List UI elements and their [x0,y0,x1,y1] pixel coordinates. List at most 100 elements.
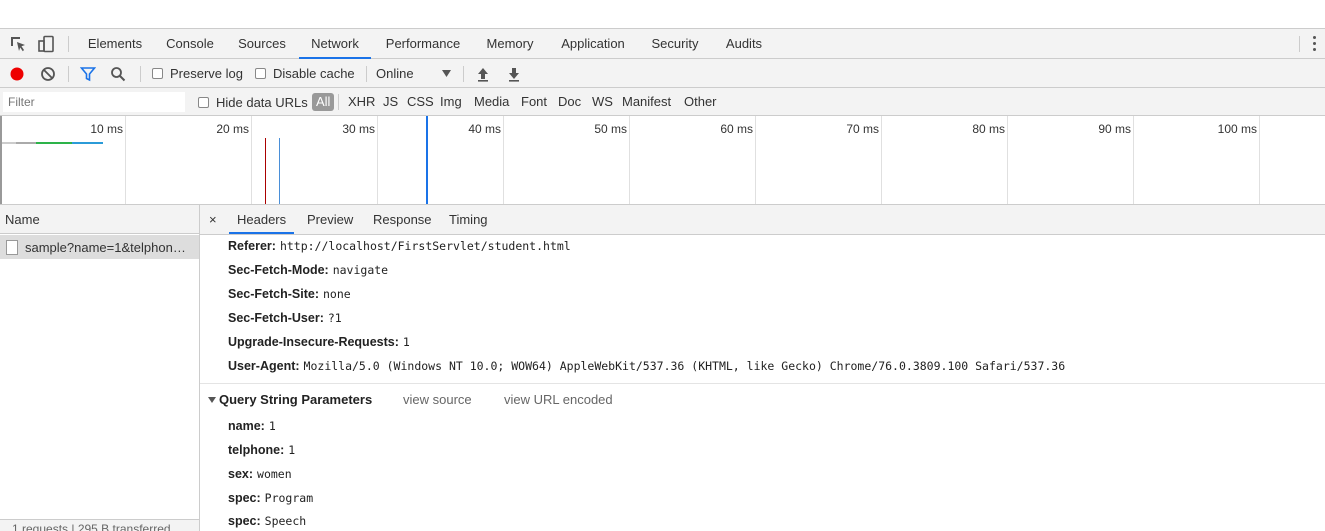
tab-timing[interactable]: Timing [441,205,496,234]
filter-type-ws[interactable]: WS [592,88,613,116]
timeline-tick-label: 100 ms [1217,122,1257,136]
query-param-row: spec: Speech [228,511,306,531]
checkbox-box[interactable] [198,96,209,108]
header-row: Sec-Fetch-User: ?1 [228,308,342,328]
toolbar-separator [68,36,69,52]
network-toolbar: Preserve log Disable cache Online [0,59,1325,88]
toolbar-separator [1299,36,1300,52]
network-overview-timeline[interactable]: 10 ms 20 ms 30 ms 40 ms 50 ms 60 ms 70 m… [0,116,1325,205]
preserve-log-label: Preserve log [170,66,243,81]
filter-icon[interactable] [80,66,96,82]
filter-type-manifest[interactable]: Manifest [622,88,671,116]
export-har-icon[interactable] [507,66,521,82]
timeline-gridline [377,116,378,204]
request-name: sample?name=1&telphone=1&sex=women&spec=… [25,239,193,255]
timeline-gridline [755,116,756,204]
checkbox-box[interactable] [152,68,163,79]
dropdown-arrow-icon [442,70,451,77]
import-har-icon[interactable] [476,66,490,82]
timeline-tick-label: 50 ms [594,122,627,136]
waterfall-queue-bar [2,142,16,144]
page-top-area [0,0,1325,28]
header-name: Referer: [228,239,276,253]
tab-memory[interactable]: Memory [478,29,542,59]
query-param-row: spec: Program [228,488,313,508]
tab-headers[interactable]: Headers [229,205,295,234]
throttling-select[interactable]: Online [376,59,454,88]
header-name: Sec-Fetch-User: [228,311,324,325]
filter-type-other[interactable]: Other [684,88,717,116]
view-url-encoded-link[interactable]: view URL encoded [504,389,613,411]
header-value: none [323,287,351,301]
param-value: Program [264,491,314,505]
document-icon [6,239,18,255]
header-row: Referer: http://localhost/FirstServlet/st… [228,236,571,256]
header-row: Sec-Fetch-Site: none [228,284,351,304]
param-name: telphone: [228,443,285,457]
load-event-line [265,138,266,204]
toolbar-separator [366,66,367,82]
filter-type-media[interactable]: Media [474,88,509,116]
timeline-tick-label: 70 ms [846,122,879,136]
tab-performance[interactable]: Performance [380,29,466,59]
param-value: 1 [268,419,276,433]
tab-console[interactable]: Console [160,29,220,59]
search-icon[interactable] [110,66,126,82]
tab-network[interactable]: Network [299,29,371,59]
filter-type-all[interactable]: All [312,93,335,111]
toolbar-separator [338,94,339,110]
param-name: name: [228,419,265,433]
param-value: 1 [288,443,296,457]
header-row: User-Agent: Mozilla/5.0 (Windows NT 10.0;… [228,356,1065,376]
tab-audits[interactable]: Audits [718,29,770,59]
timeline-gridline [1259,116,1260,204]
inspect-element-icon[interactable] [9,35,27,53]
filter-type-img[interactable]: Img [440,88,462,116]
toolbar-separator [140,66,141,82]
request-row[interactable]: sample?name=1&telphone=1&sex=women&spec=… [0,235,199,259]
timeline-gridline [881,116,882,204]
header-value: ?1 [327,311,342,325]
header-value: 1 [402,335,410,349]
header-name: User-Agent: [228,359,300,373]
filter-input[interactable] [3,92,185,112]
tab-application[interactable]: Application [553,29,633,59]
preserve-log-checkbox[interactable]: Preserve log [152,59,243,88]
request-list: Name sample?name=1&telphone=1&sex=women&… [0,205,200,531]
checkbox-box[interactable] [255,68,266,79]
tab-sources[interactable]: Sources [232,29,292,59]
waterfall-download-bar [72,142,103,144]
filter-type-css[interactable]: CSS [407,88,434,116]
filter-type-font[interactable]: Font [521,88,547,116]
timeline-gridline [251,116,252,204]
clear-icon[interactable] [40,66,56,82]
param-value: Speech [264,514,307,528]
query-string-section-toggle[interactable]: Query String Parameters [208,389,372,411]
record-icon[interactable] [9,66,25,82]
tab-preview[interactable]: Preview [299,205,361,234]
domcontentloaded-line [279,138,280,204]
filter-type-js[interactable]: JS [383,88,398,116]
timeline-tick-label: 80 ms [972,122,1005,136]
param-name: sex: [228,467,254,481]
filter-type-doc[interactable]: Doc [558,88,581,116]
device-toolbar-icon[interactable] [37,35,55,53]
devtools-main-tabbar: Elements Console Sources Network Perform… [0,28,1325,59]
query-param-row: telphone: 1 [228,440,295,460]
hide-data-urls-checkbox[interactable]: Hide data URLs [198,88,308,116]
disable-cache-label: Disable cache [273,66,355,81]
timeline-gridline [629,116,630,204]
tab-elements[interactable]: Elements [82,29,148,59]
filter-type-xhr[interactable]: XHR [348,88,375,116]
tab-response[interactable]: Response [365,205,440,234]
more-options-icon[interactable] [1313,36,1317,52]
disable-cache-checkbox[interactable]: Disable cache [255,59,355,88]
timeline-tick-label: 30 ms [342,122,375,136]
tab-security[interactable]: Security [644,29,706,59]
close-icon[interactable]: × [209,212,217,227]
view-source-link[interactable]: view source [403,389,472,411]
timeline-gridline [1133,116,1134,204]
timeline-start-marker [0,116,2,204]
name-column-header[interactable]: Name [0,205,199,234]
network-summary-bar: 1 requests | 295 B transferred [0,519,199,531]
